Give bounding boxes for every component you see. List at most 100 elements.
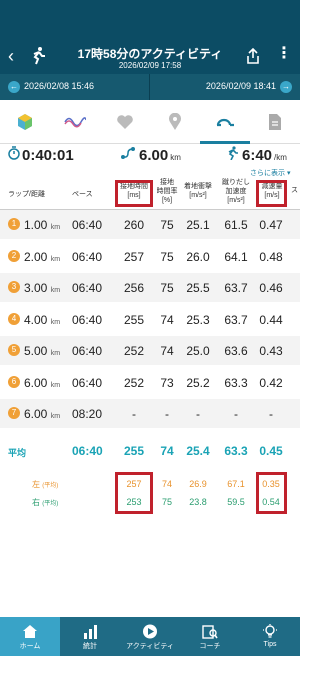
highlight-decel-header (256, 180, 287, 207)
lap-distance: 5.00 km (24, 344, 61, 358)
share-icon[interactable] (246, 48, 260, 64)
stopwatch-icon (8, 146, 20, 160)
wave-icon (64, 117, 86, 128)
average-contact-time: 255 (123, 444, 145, 458)
divider (149, 74, 150, 100)
average-contact-ratio: 74 (160, 444, 174, 458)
tab-laps[interactable] (200, 100, 250, 144)
lap-kick-accel: 64.1 (224, 249, 248, 264)
lap-decel: 0.46 (259, 281, 283, 295)
average-decel: 0.45 (259, 444, 283, 458)
lap-kick-accel: 61.5 (224, 218, 248, 232)
cube-icon (18, 114, 32, 130)
right-contact-ratio: 75 (161, 497, 172, 507)
lap-loop-icon (216, 118, 234, 126)
tab-map[interactable] (150, 100, 200, 144)
average-label: 平均 (8, 448, 27, 458)
lap-impact: 25.0 (186, 344, 210, 358)
tab-wave[interactable] (50, 100, 100, 144)
tab-document[interactable] (250, 100, 300, 144)
lap-impact: - (196, 407, 200, 421)
nav-activity[interactable]: アクティビティ (120, 617, 180, 656)
lap-impact: 26.0 (186, 249, 210, 264)
lap-number-badge: 4 (8, 312, 20, 325)
status-bar (0, 0, 300, 40)
highlight-contact-time-lr (115, 472, 153, 514)
lap-contact-ratio: 75 (160, 249, 174, 264)
next-activity-button[interactable]: 2026/02/09 18:41 → (206, 81, 292, 93)
lap-distance: 6.00 km (24, 407, 61, 421)
lap-contact-ratio: 75 (160, 218, 174, 232)
lap-distance: 2.00 km (24, 249, 61, 264)
lap-number-badge: 1 (8, 218, 20, 230)
runner-pace-icon (228, 146, 238, 160)
home-icon (23, 625, 37, 638)
right-impact: 23.8 (189, 497, 207, 507)
coach-search-icon (202, 625, 218, 639)
lap-contact-ratio: 74 (160, 344, 174, 358)
lap-pace: 06:40 (72, 281, 103, 295)
lap-impact: 25.2 (186, 375, 210, 390)
document-icon (269, 114, 281, 130)
lap-number-badge: 2 (8, 249, 20, 262)
table-row: 7 6.00 km 08:20 - - - - - (0, 399, 300, 428)
table-row: 6 6.00 km 06:40 252 73 25.2 63.3 0.42 (0, 368, 300, 397)
play-circle-icon (143, 624, 157, 639)
system-nav-bar (0, 656, 300, 673)
lap-kick-accel: 63.3 (224, 375, 248, 390)
lap-contact-time: 257 (123, 249, 145, 264)
lap-number-badge: 3 (8, 281, 20, 293)
nav-coach[interactable]: コーチ (180, 617, 240, 656)
lap-number-badge: 7 (8, 407, 20, 419)
lap-number-badge: 5 (8, 344, 20, 356)
prev-activity-button[interactable]: ← 2026/02/08 15:46 (8, 81, 94, 93)
lap-pace: 06:40 (72, 249, 103, 264)
lap-decel: - (269, 407, 273, 421)
highlight-decel-lr (256, 472, 287, 514)
lap-decel: 0.48 (259, 249, 283, 264)
lap-number-badge: 6 (8, 375, 20, 388)
nav-tips[interactable]: Tips (240, 617, 300, 656)
lap-distance: 6.00 km (24, 375, 61, 390)
lap-contact-time: 260 (123, 218, 145, 232)
lap-contact-time: 255 (123, 312, 145, 327)
lap-pace: 08:20 (72, 407, 103, 421)
lap-decel: 0.47 (259, 218, 283, 232)
nav-stats[interactable]: 統計 (60, 617, 120, 656)
tab-summary[interactable] (0, 100, 50, 144)
app-header: ‹ 17時58分のアクティビティ 2026/02/09 17:58 ⋮ (0, 40, 300, 74)
table-row: 1 1.00 km 06:40 260 75 25.1 61.5 0.47 (0, 210, 300, 239)
average-row: 平均 06:40 255 74 25.4 63.3 0.45 (0, 434, 300, 464)
lap-contact-ratio: 75 (160, 281, 174, 295)
lap-kick-accel: 63.7 (224, 281, 248, 295)
date-navigation: ← 2026/02/08 15:46 2026/02/09 18:41 → (0, 74, 300, 100)
lap-kick-accel: - (234, 407, 238, 421)
left-contact-ratio: 74 (161, 479, 172, 489)
more-vertical-icon[interactable]: ⋮ (276, 46, 292, 62)
header-contact-ratio: 接地 時間率 [%] (156, 179, 178, 204)
tab-heart[interactable] (100, 100, 150, 144)
nav-home[interactable]: ホーム (0, 617, 60, 656)
right-kick: 59.5 (227, 497, 245, 507)
lap-impact: 25.1 (186, 218, 210, 232)
route-icon (121, 147, 135, 159)
lap-distance: 4.00 km (24, 312, 61, 327)
lap-contact-ratio: 74 (160, 312, 174, 327)
lap-kick-accel: 63.7 (224, 312, 248, 327)
summary-time: 0:40:01 (8, 146, 74, 164)
map-pin-icon (169, 113, 181, 130)
activity-tabs (0, 100, 300, 144)
table-row: 3 3.00 km 06:40 256 75 25.5 63.7 0.46 (0, 273, 300, 302)
lap-distance: 1.00 km (24, 218, 61, 232)
arrow-right-icon: → (280, 81, 292, 93)
table-row: 5 5.00 km 06:40 252 74 25.0 63.6 0.43 (0, 336, 300, 365)
left-impact: 26.9 (189, 479, 207, 489)
header-lap: ラップ/距離 (8, 191, 45, 198)
heart-icon (117, 115, 133, 129)
lap-pace: 06:40 (72, 312, 103, 327)
left-kick: 67.1 (227, 479, 245, 489)
header-extra: ス (291, 187, 298, 194)
activity-summary: 0:40:01 6.00 km 6:40/km (0, 144, 300, 168)
lap-contact-time: 252 (123, 344, 145, 358)
average-impact: 25.4 (186, 444, 210, 458)
